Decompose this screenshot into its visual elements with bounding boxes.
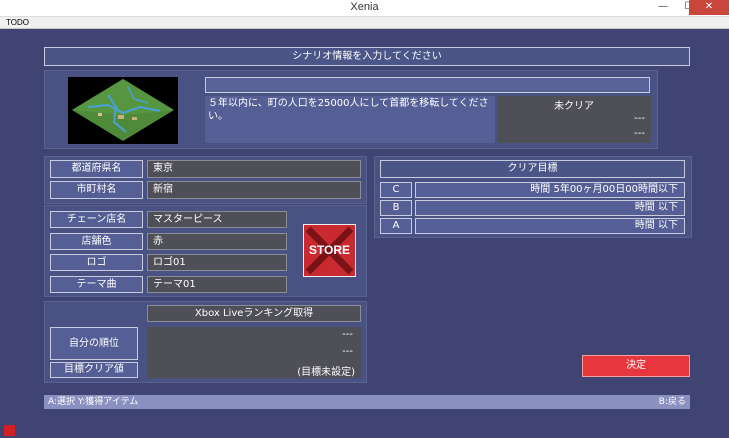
minimize-button[interactable]: — [650, 0, 676, 15]
window-titlebar: Xenia — ☐ ✕ [0, 0, 729, 17]
ranking-panel: Xbox Liveランキング取得 自分の順位 目標クリア値 --- --- (目… [44, 301, 367, 383]
rank-line-2: --- [342, 346, 353, 357]
goal-rank-c: C [380, 182, 412, 198]
status-line-2: --- [634, 113, 645, 124]
chain-name-label: チェーン店名 [50, 211, 143, 228]
game-screen: シナリオ情報を入力してください ５年以内に、町の人口を25000人にして首都を移… [0, 29, 729, 438]
decide-button[interactable]: 決定 [582, 355, 690, 377]
scenario-status-box: 未クリア --- --- [497, 96, 651, 143]
footer-right-hint: B:戻る [658, 397, 686, 407]
scenario-panel: ５年以内に、町の人口を25000人にして首都を移転してください。 未クリア --… [44, 70, 658, 149]
page-title: シナリオ情報を入力してください [44, 47, 690, 66]
scenario-name-bar [205, 77, 650, 93]
city-label: 市町村名 [50, 181, 143, 199]
goal-rank-a: A [380, 218, 412, 234]
goal-value-a: 時間 以下 [415, 218, 685, 234]
status-line-3: --- [634, 128, 645, 139]
prefecture-label: 都道府県名 [50, 160, 143, 178]
goal-rank-b: B [380, 200, 412, 216]
theme-song-field[interactable]: テーマ01 [147, 276, 287, 293]
goal-clear-value-label: 目標クリア値 [50, 362, 138, 378]
map-thumbnail [68, 77, 178, 144]
goal-value-text: (目標未設定) [297, 367, 355, 378]
clear-status: 未クリア [554, 101, 594, 112]
close-button[interactable]: ✕ [689, 0, 729, 15]
logo-field[interactable]: ロゴ01 [147, 254, 287, 271]
chain-name-field[interactable]: マスターピース [147, 211, 287, 228]
my-rank-label: 自分の順位 [50, 327, 138, 360]
store-color-label: 店舗色 [50, 233, 143, 250]
goal-value-b: 時間 以下 [415, 200, 685, 216]
ranking-values-box: --- --- (目標未設定) [147, 327, 361, 378]
store-color-field[interactable]: 赤 [147, 233, 287, 250]
clear-goals-title: クリア目標 [380, 160, 685, 178]
clear-goals-panel: クリア目標 C 時間 5年00ヶ月00日00時間以下 B 時間 以下 A 時間 … [374, 156, 692, 238]
scenario-description: ５年以内に、町の人口を25000人にして首都を移転してください。 [205, 96, 495, 143]
store-logo[interactable]: STORE [303, 224, 356, 277]
window-title: Xenia [350, 1, 379, 13]
location-panel: 都道府県名 東京 市町村名 新宿 [44, 156, 367, 204]
goal-value-c: 時間 5年00ヶ月00日00時間以下 [415, 182, 685, 198]
prefecture-field[interactable]: 東京 [147, 160, 361, 178]
rank-line-1: --- [342, 329, 353, 340]
menu-bar: TODO [0, 17, 729, 29]
ranking-title: Xbox Liveランキング取得 [147, 305, 361, 322]
menu-todo[interactable]: TODO [6, 17, 29, 28]
footer-left-hint: A:選択 Y:獲得アイテム [48, 397, 139, 407]
city-field[interactable]: 新宿 [147, 181, 361, 199]
logo-label: ロゴ [50, 254, 143, 271]
status-indicator [4, 425, 15, 436]
store-logo-text: STORE [308, 243, 351, 257]
chain-panel: チェーン店名 マスターピース 店舗色 赤 ロゴ ロゴ01 テーマ曲 テーマ01 … [44, 205, 367, 297]
footer-bar: A:選択 Y:獲得アイテム B:戻る [44, 395, 690, 409]
terrain-map-image [72, 79, 174, 141]
theme-song-label: テーマ曲 [50, 276, 143, 293]
